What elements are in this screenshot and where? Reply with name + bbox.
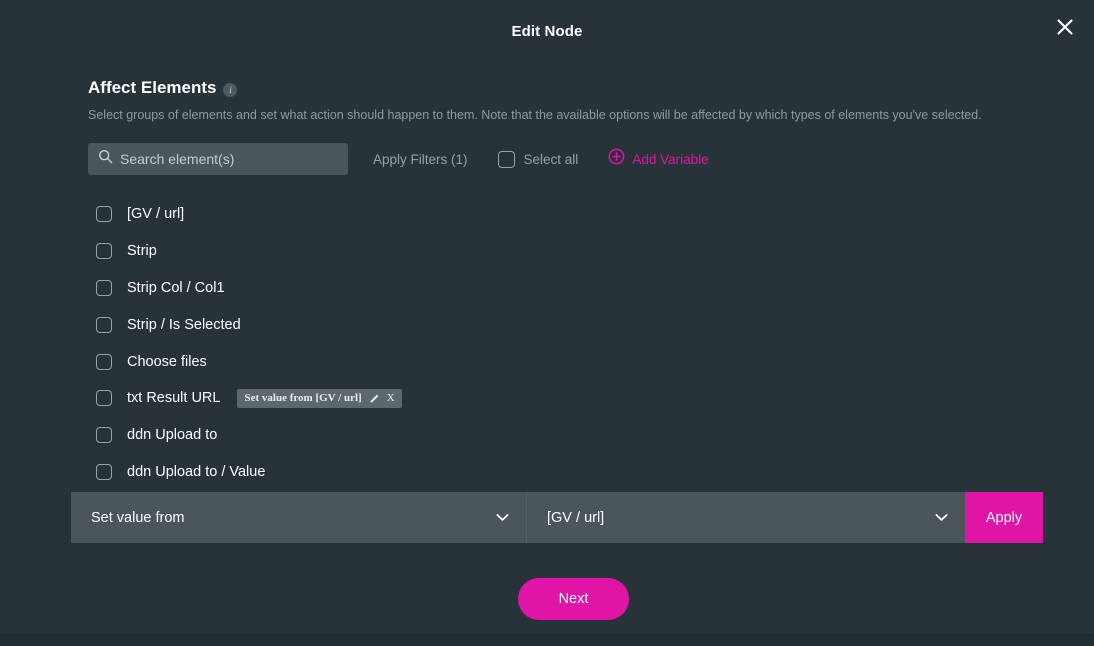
add-variable-button[interactable]: Add Variable (608, 148, 709, 170)
chevron-down-icon (935, 509, 948, 527)
badge-remove-button[interactable]: X (387, 392, 395, 404)
element-list: [GV / url] Strip Strip Col / Col1 Strip … (96, 196, 976, 490)
search-icon (98, 149, 113, 169)
select-all-label: Select all (523, 151, 579, 167)
close-button[interactable] (1048, 10, 1082, 44)
info-icon[interactable]: i (223, 83, 238, 97)
element-checkbox[interactable] (96, 316, 112, 333)
list-item[interactable]: Strip / Is Selected (96, 306, 976, 343)
toolbar: Apply Filters (1) Select all Add Variabl… (88, 143, 709, 175)
list-item[interactable]: Strip Col / Col1 (96, 270, 976, 307)
apply-button[interactable]: Apply (965, 492, 1043, 543)
action-dropdown-value: Set value from (91, 509, 185, 526)
list-item[interactable]: [GV / url] (96, 196, 976, 233)
assigned-action-badge: Set value from [GV / url] X (237, 388, 402, 408)
page-background-strip (0, 634, 1094, 646)
search-input[interactable] (120, 151, 320, 167)
element-label: txt Result URL (127, 390, 221, 407)
search-input-wrapper[interactable] (88, 143, 348, 175)
select-all-checkbox[interactable] (497, 150, 515, 168)
section-title: Affect Elements (88, 78, 217, 97)
element-label: Strip Col / Col1 (127, 279, 225, 296)
section-header: Affect Elements i (88, 78, 238, 98)
select-all-control[interactable]: Select all (497, 150, 579, 168)
element-checkbox[interactable] (96, 427, 112, 444)
element-checkbox[interactable] (96, 463, 112, 480)
plus-circle-icon (608, 148, 625, 170)
pencil-icon[interactable] (369, 393, 380, 404)
next-button[interactable]: Next (518, 578, 629, 620)
element-label: ddn Upload to / Value (127, 463, 266, 480)
element-checkbox[interactable] (96, 390, 112, 407)
element-checkbox[interactable] (96, 206, 112, 223)
section-description: Select groups of elements and set what a… (88, 108, 982, 122)
element-checkbox[interactable] (96, 279, 112, 296)
element-label: [GV / url] (127, 206, 185, 223)
list-item[interactable]: ddn Upload to / Value (96, 454, 976, 491)
list-item[interactable]: txt Result URL Set value from [GV / url]… (96, 380, 976, 417)
action-bar: Set value from [GV / url] Apply (71, 492, 1043, 543)
element-checkbox[interactable] (96, 243, 112, 260)
element-label: Strip (127, 243, 157, 260)
page-title: Edit Node (511, 23, 583, 40)
action-dropdown[interactable]: Set value from (71, 492, 526, 543)
element-label: ddn Upload to (127, 427, 218, 444)
chevron-down-icon (496, 509, 509, 527)
element-label: Strip / Is Selected (127, 316, 241, 333)
element-label: Choose files (127, 353, 207, 370)
edit-node-modal: Edit Node Affect Elements i Select group… (0, 0, 1094, 634)
list-item[interactable]: Strip (96, 233, 976, 270)
apply-filters-button[interactable]: Apply Filters (1) (373, 152, 468, 167)
close-icon (1055, 17, 1075, 37)
list-item[interactable]: Choose files (96, 343, 976, 380)
list-item[interactable]: ddn Upload to (96, 417, 976, 454)
badge-label: Set value from [GV / url] (244, 392, 362, 405)
source-dropdown[interactable]: [GV / url] (526, 492, 965, 543)
element-checkbox[interactable] (96, 353, 112, 370)
source-dropdown-value: [GV / url] (547, 509, 605, 526)
add-variable-label: Add Variable (632, 151, 709, 167)
